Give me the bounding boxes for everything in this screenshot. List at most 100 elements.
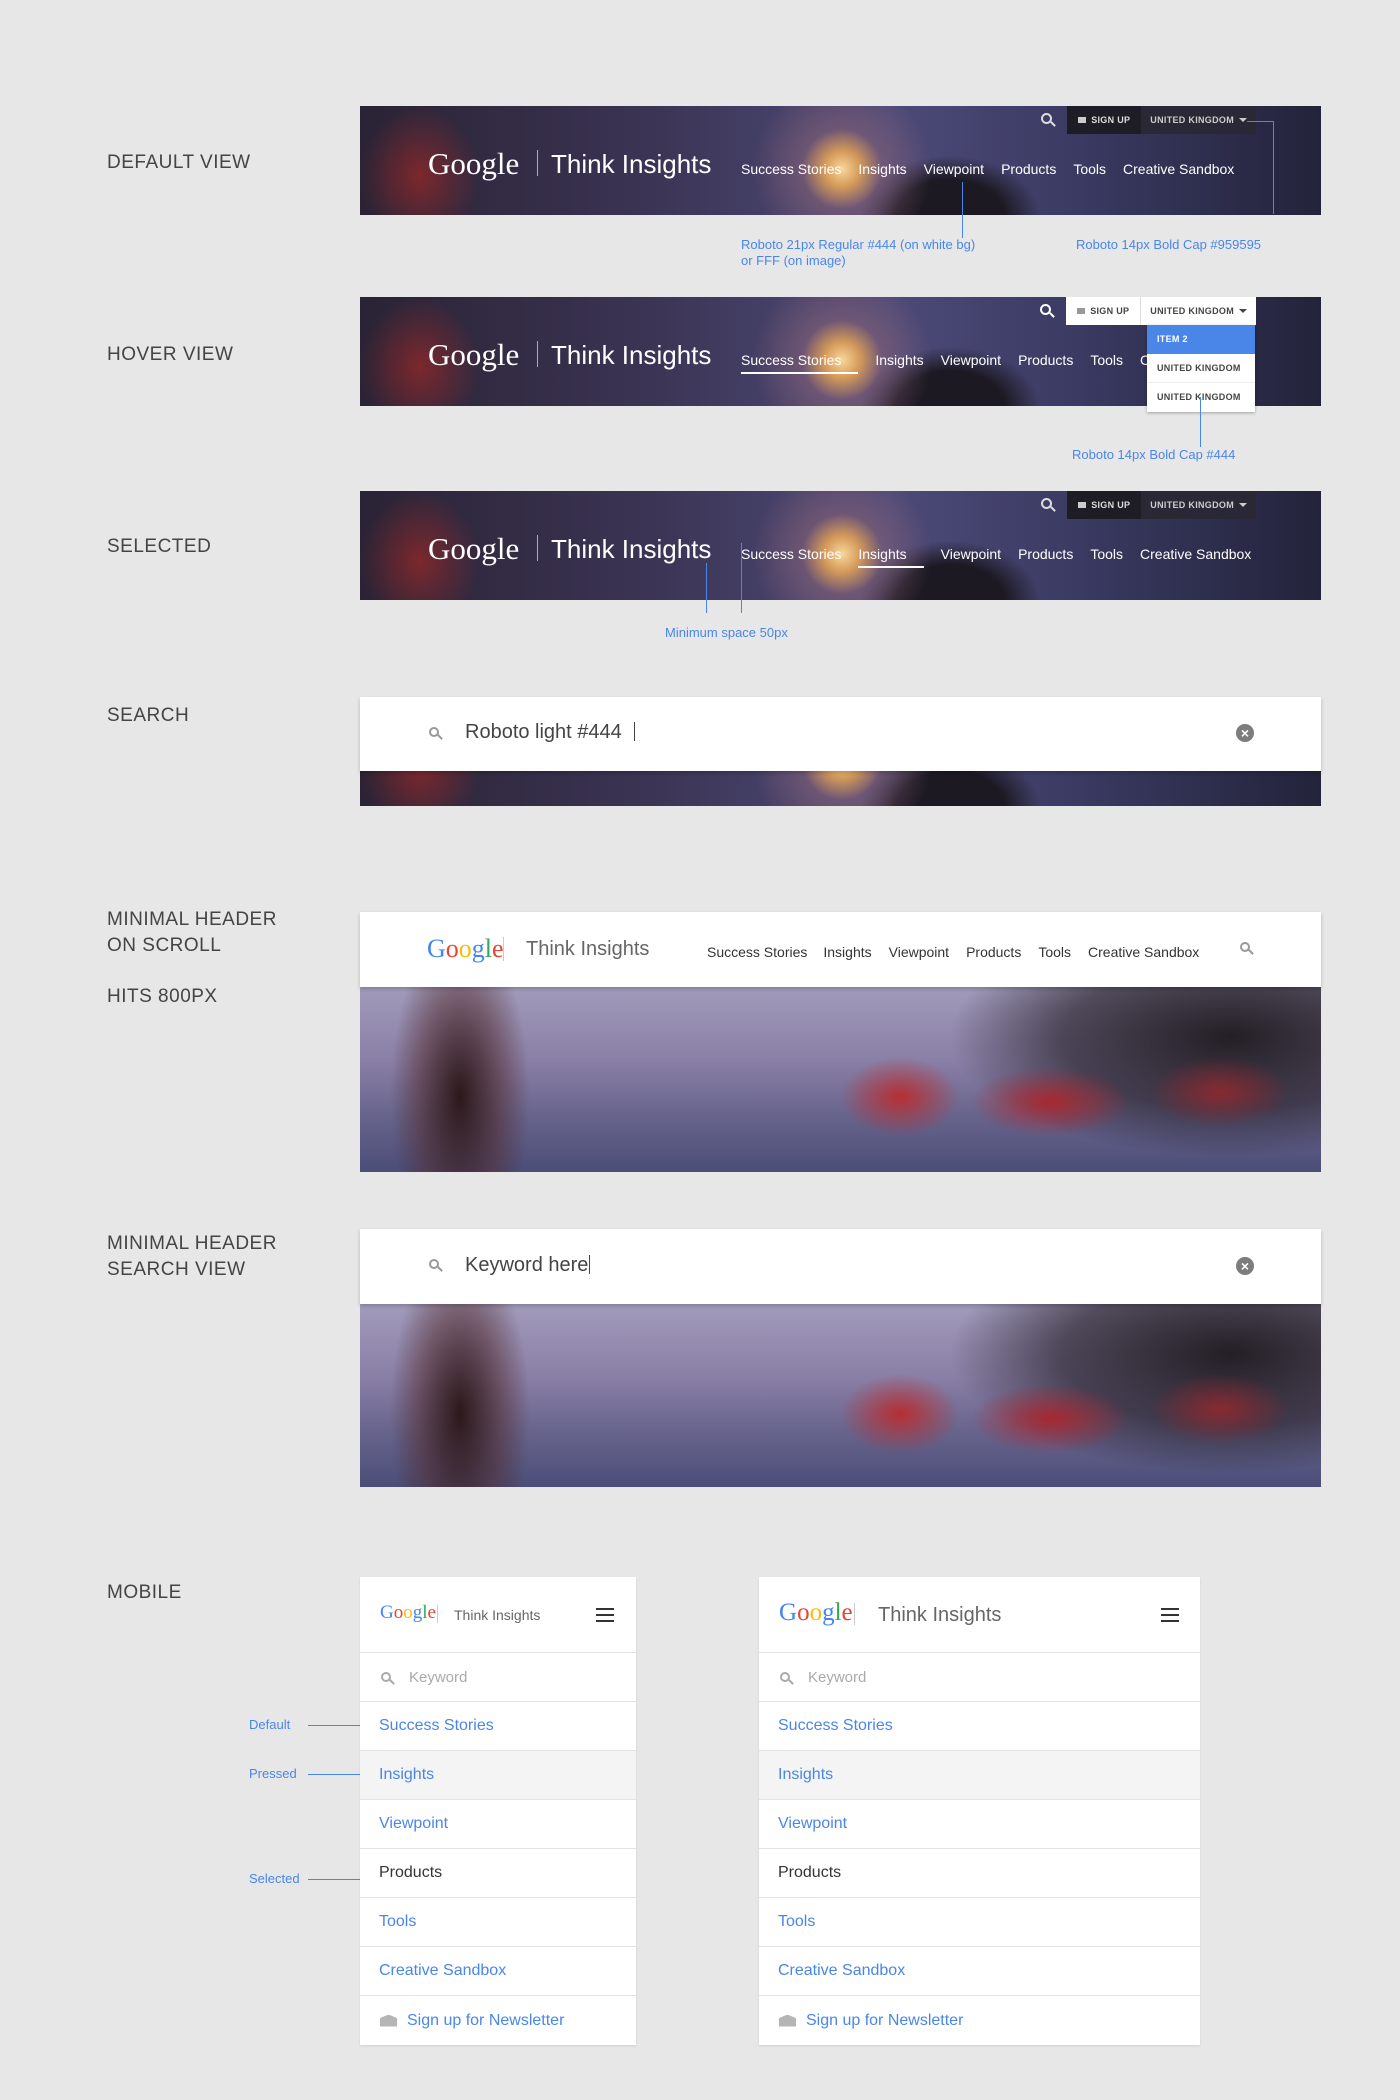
- dropdown-item[interactable]: ITEM 2: [1147, 325, 1255, 354]
- logo-letter: e: [841, 1599, 853, 1626]
- signup-button[interactable]: SIGN UP: [1066, 297, 1141, 325]
- close-icon[interactable]: ×: [1236, 1257, 1254, 1275]
- nav-insights[interactable]: Insights: [858, 546, 924, 568]
- search-input[interactable]: Keyword here: [465, 1254, 591, 1277]
- product-name[interactable]: Think Insights: [878, 1604, 1001, 1627]
- annotation-line: [962, 182, 963, 238]
- nav-products[interactable]: Products: [966, 944, 1021, 960]
- google-logo[interactable]: Google: [428, 531, 519, 567]
- annotation-line: [1200, 397, 1201, 447]
- nav-products[interactable]: Products: [1018, 546, 1073, 568]
- country-select[interactable]: UNITED KINGDOM: [1141, 106, 1256, 134]
- nav-insights[interactable]: Insights: [875, 352, 923, 374]
- product-name[interactable]: Think Insights: [454, 1607, 540, 1623]
- nav-products[interactable]: Products: [1001, 161, 1056, 177]
- newsletter-signup[interactable]: Sign up for Newsletter: [360, 1996, 636, 2045]
- nav-creative-sandbox[interactable]: Creative Sandbox: [1088, 944, 1199, 960]
- mobile-nav-insights[interactable]: Insights: [759, 1751, 1200, 1800]
- search-icon[interactable]: [1240, 942, 1250, 952]
- search-input[interactable]: Roboto light #444: [465, 721, 635, 744]
- chevron-down-icon: [1239, 118, 1247, 122]
- nav-tools[interactable]: Tools: [1090, 546, 1123, 568]
- nav-insights[interactable]: Insights: [858, 161, 906, 177]
- label-mobile: MOBILE: [107, 1582, 182, 1603]
- nav-creative-sandbox[interactable]: Creative Sandbox: [1140, 546, 1251, 568]
- product-name[interactable]: Think Insights: [526, 938, 649, 961]
- country-select[interactable]: UNITED KINGDOM: [1141, 491, 1256, 519]
- nav-viewpoint[interactable]: Viewpoint: [889, 944, 949, 960]
- utility-bar: SIGN UP UNITED KINGDOM: [1035, 106, 1256, 134]
- signup-button[interactable]: SIGN UP: [1067, 491, 1142, 519]
- mobile-nav-insights[interactable]: Insights: [360, 1751, 636, 1800]
- logo-divider: [437, 1605, 438, 1623]
- google-logo[interactable]: Google: [779, 1599, 853, 1627]
- nav-success-stories[interactable]: Success Stories: [707, 944, 807, 960]
- signup-button[interactable]: SIGN UP: [1067, 106, 1142, 134]
- search-placeholder: Keyword: [808, 1668, 867, 1686]
- logo-letter: e: [427, 1602, 436, 1623]
- search-button[interactable]: [1035, 106, 1061, 134]
- nav-tools[interactable]: Tools: [1090, 352, 1123, 374]
- logo-divider: [537, 341, 538, 367]
- hero-image: [360, 1304, 1321, 1487]
- mobile-nav-success-stories[interactable]: Success Stories: [360, 1702, 636, 1751]
- logo-letter: G: [779, 1599, 798, 1626]
- google-logo[interactable]: Google: [380, 1602, 436, 1624]
- product-name[interactable]: Think Insights: [551, 149, 711, 180]
- annotation-dropdown-font: Roboto 14px Bold Cap #444: [1072, 447, 1236, 462]
- dropdown-item[interactable]: UNITED KINGDOM: [1147, 354, 1255, 383]
- mobile-nav-success-stories[interactable]: Success Stories: [759, 1702, 1200, 1751]
- nav-success-stories[interactable]: Success Stories: [741, 161, 841, 177]
- product-name[interactable]: Think Insights: [551, 534, 711, 565]
- search-icon: [429, 1259, 439, 1269]
- nav-viewpoint[interactable]: Viewpoint: [941, 546, 1001, 568]
- mobile-nav-tools[interactable]: Tools: [759, 1898, 1200, 1947]
- newsletter-label: Sign up for Newsletter: [806, 2011, 964, 2029]
- product-name[interactable]: Think Insights: [551, 340, 711, 371]
- mobile-nav-creative-sandbox[interactable]: Creative Sandbox: [759, 1947, 1200, 1996]
- nav-products[interactable]: Products: [1018, 352, 1073, 374]
- mobile-search-input[interactable]: Keyword: [759, 1653, 1200, 1702]
- nav-creative-sandbox[interactable]: Creative Sandbox: [1123, 161, 1234, 177]
- mobile-nav-products[interactable]: Products: [759, 1849, 1200, 1898]
- nav-insights[interactable]: Insights: [823, 944, 871, 960]
- header-selected: Google Think Insights Success Stories In…: [360, 491, 1321, 600]
- google-logo[interactable]: Google: [428, 146, 519, 182]
- annotation-line: [741, 543, 742, 613]
- nav-success-stories[interactable]: Success Stories: [741, 546, 841, 568]
- nav-viewpoint[interactable]: Viewpoint: [924, 161, 984, 177]
- search-placeholder: Keyword: [409, 1668, 468, 1686]
- close-icon[interactable]: ×: [1236, 724, 1254, 742]
- mobile-search-input[interactable]: Keyword: [360, 1653, 636, 1702]
- annotation-line: [308, 1774, 360, 1775]
- search-input-value: Keyword here: [465, 1254, 589, 1276]
- search-bar: Roboto light #444 ×: [360, 697, 1321, 771]
- country-select[interactable]: UNITED KINGDOM: [1140, 297, 1256, 325]
- minimal-search-bar: Keyword here ×: [360, 1229, 1321, 1304]
- mobile-nav-creative-sandbox[interactable]: Creative Sandbox: [360, 1947, 636, 1996]
- mobile-header: Google Think Insights: [759, 1577, 1200, 1653]
- nav-tools[interactable]: Tools: [1038, 944, 1071, 960]
- search-button[interactable]: [1034, 297, 1060, 325]
- nav-success-stories[interactable]: Success Stories: [741, 352, 859, 374]
- hamburger-menu-icon[interactable]: [1161, 1608, 1179, 1622]
- label-hits: HITS 800PX: [107, 986, 218, 1007]
- mobile-nav-viewpoint[interactable]: Viewpoint: [360, 1800, 636, 1849]
- country-label: UNITED KINGDOM: [1150, 115, 1234, 125]
- dropdown-item[interactable]: UNITED KINGDOM: [1147, 383, 1255, 412]
- google-logo[interactable]: Google: [428, 337, 519, 373]
- logo-divider: [854, 1603, 855, 1625]
- hamburger-menu-icon[interactable]: [596, 1608, 614, 1622]
- nav-viewpoint[interactable]: Viewpoint: [941, 352, 1001, 374]
- nav-tools[interactable]: Tools: [1073, 161, 1106, 177]
- header-default: Google Think Insights Success Stories In…: [360, 106, 1321, 215]
- search-button[interactable]: [1035, 491, 1061, 519]
- newsletter-signup[interactable]: Sign up for Newsletter: [759, 1996, 1200, 2045]
- logo-letter: o: [393, 1602, 404, 1623]
- google-logo[interactable]: Google: [427, 934, 504, 964]
- search-icon: [1040, 304, 1052, 315]
- mobile-nav-products[interactable]: Products: [360, 1849, 636, 1898]
- logo-letter: o: [403, 1602, 413, 1623]
- mobile-nav-tools[interactable]: Tools: [360, 1898, 636, 1947]
- mobile-nav-viewpoint[interactable]: Viewpoint: [759, 1800, 1200, 1849]
